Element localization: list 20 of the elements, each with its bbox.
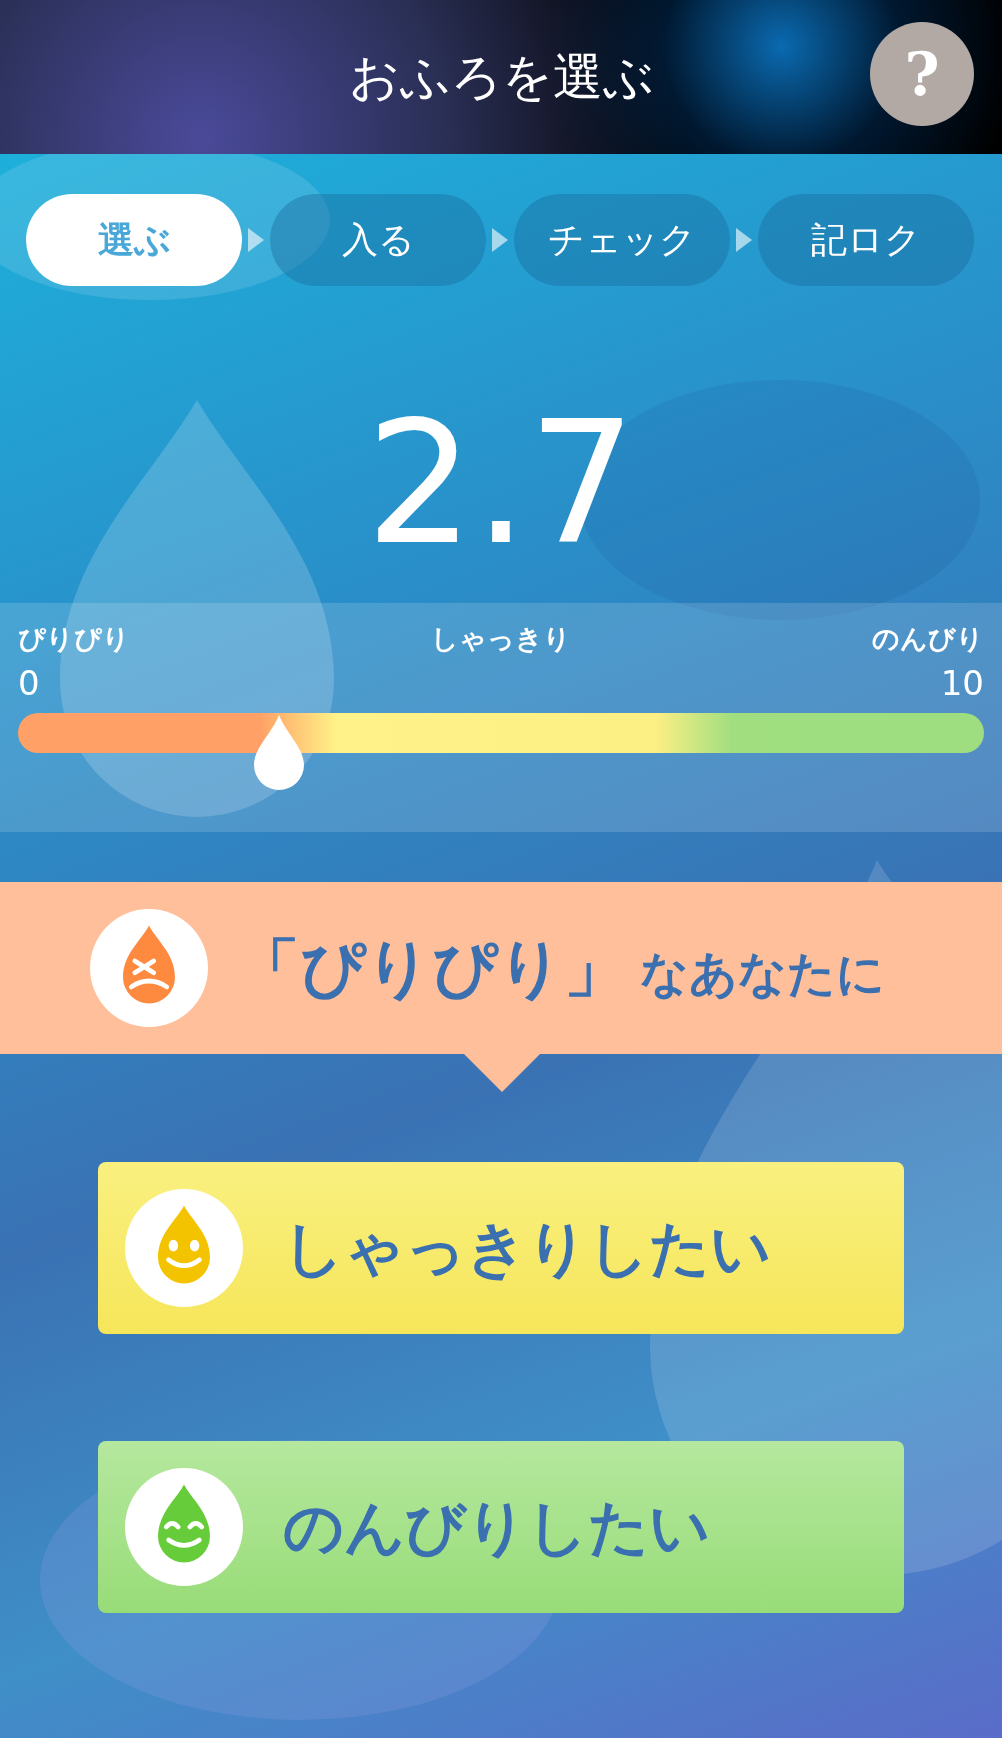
help-button[interactable]: ? <box>870 22 974 126</box>
min-value: 0 <box>18 666 40 700</box>
choice-button[interactable]: しゃっきりしたい <box>98 1162 904 1334</box>
mood-highlight: 「ぴりぴり」 <box>236 930 628 1007</box>
step-tab[interactable]: チェック <box>514 194 730 286</box>
scale-label: ぴりぴり <box>18 625 130 652</box>
screen-title: おふろを選ぶ <box>348 46 654 108</box>
step-tab[interactable]: 記ロク <box>758 194 974 286</box>
drop-face-icon <box>125 1468 243 1586</box>
scale-label: のんびり <box>872 625 984 652</box>
max-value: 10 <box>940 666 984 700</box>
slider-thumb[interactable] <box>251 713 306 791</box>
choice-button[interactable]: のんびりしたい <box>98 1441 904 1613</box>
score-value: 2.7 <box>364 398 638 558</box>
scale-label: しゃっきり <box>431 625 571 652</box>
drop-face-icon <box>125 1189 243 1307</box>
drop-face-icon <box>90 909 208 1027</box>
step-tab[interactable]: 入る <box>270 194 486 286</box>
step-tab[interactable]: 選ぶ <box>26 194 242 286</box>
banner-text: なあなたに <box>640 944 885 1003</box>
